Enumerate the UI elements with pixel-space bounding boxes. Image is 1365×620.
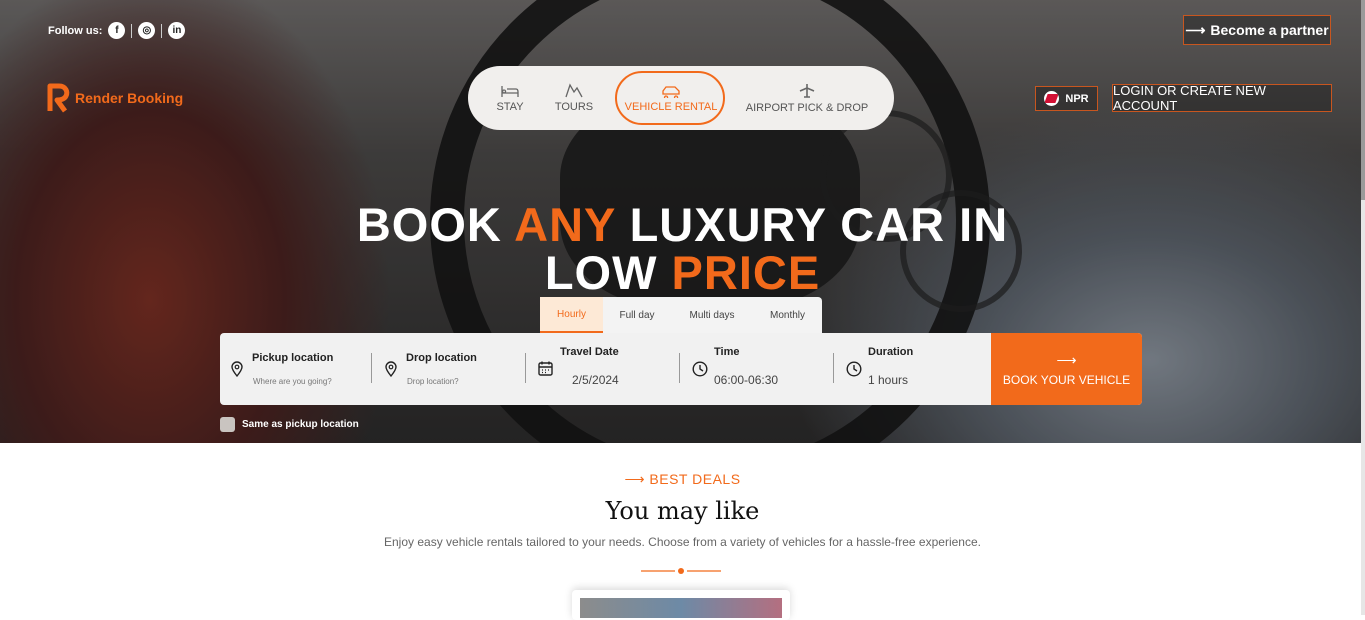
hero-headline-line1: BOOK ANY LUXURY CAR IN [0, 200, 1365, 250]
category-nav: STAY TOURS VEHICLE RENTAL AIRPORT PICK &… [468, 66, 894, 130]
headline-word: BOOK [356, 198, 502, 251]
drop-label: Drop location [406, 352, 477, 364]
section-ornament [641, 568, 721, 574]
brand-logo[interactable]: Render Booking [47, 83, 183, 113]
instagram-icon[interactable]: ◎ [138, 22, 156, 39]
scrollbar-thumb[interactable] [1361, 0, 1365, 200]
facebook-icon[interactable]: f [108, 22, 126, 39]
partner-label: Become a partner [1210, 22, 1329, 38]
same-location-checkbox[interactable] [220, 417, 235, 432]
duration-field[interactable]: Duration 1 hours [836, 333, 986, 405]
book-label: BOOK YOUR VEHICLE [1002, 372, 1131, 387]
mountain-icon [565, 83, 583, 98]
book-vehicle-button[interactable]: ⟶ BOOK YOUR VEHICLE [991, 333, 1142, 405]
section-title: You may like [605, 497, 760, 525]
divider [161, 23, 163, 38]
section-subtitle: Enjoy easy vehicle rentals tailored to y… [384, 535, 981, 549]
deal-card-image [580, 598, 782, 618]
time-field[interactable]: Time 06:00-06:30 [682, 333, 832, 405]
linkedin-icon[interactable]: in [168, 22, 186, 39]
follow-label: Follow us: [48, 24, 103, 37]
nav-label: AIRPORT PICK & DROP [745, 101, 869, 114]
pickup-label: Pickup location [252, 352, 334, 364]
headline-accent-word: ANY [514, 198, 616, 251]
nav-item-airport[interactable]: AIRPORT PICK & DROP [744, 66, 870, 130]
date-input[interactable]: 2/5/2024 [572, 373, 619, 387]
tab-multi-days[interactable]: Multi days [671, 297, 753, 333]
same-location-label: Same as pickup location [242, 419, 359, 430]
arrow-right-icon: ⟶ [624, 471, 646, 487]
brand-name: Render Booking [75, 90, 184, 106]
tab-monthly[interactable]: Monthly [753, 297, 822, 333]
follow-us: Follow us: f ◎ in [48, 22, 186, 39]
deals-label: BEST DEALS [649, 471, 741, 487]
currency-label: NPR [1065, 92, 1089, 105]
drop-input[interactable]: Drop location? [407, 377, 459, 386]
time-input[interactable]: 06:00-06:30 [714, 373, 778, 387]
login-label: LOGIN OR CREATE NEW ACCOUNT [1113, 83, 1266, 113]
divider [131, 23, 133, 38]
tab-full-day[interactable]: Full day [603, 297, 671, 333]
duration-label: Duration [868, 346, 914, 358]
location-pin-icon [231, 361, 243, 377]
date-label: Travel Date [560, 346, 619, 358]
nav-item-vehicle-rental[interactable]: VEHICLE RENTAL [618, 66, 724, 130]
drop-field[interactable]: Drop location Drop location? [374, 333, 524, 405]
arrow-right-icon: ⟶ [1185, 21, 1206, 38]
become-partner-button[interactable]: ⟶ Become a partner [1183, 15, 1331, 45]
nepal-flag-icon [1044, 91, 1060, 106]
booking-type-tabs: Hourly Full day Multi days Monthly [540, 297, 822, 333]
duration-input[interactable]: 1 hours [868, 373, 908, 387]
headline-accent-word: PRICE [671, 246, 821, 299]
currency-selector[interactable]: NPR [1035, 86, 1098, 111]
pickup-input[interactable]: Where are you going? [253, 377, 332, 386]
clock-icon [846, 361, 862, 377]
calendar-icon [538, 361, 553, 376]
arrow-right-icon: ⟶ [1056, 351, 1077, 368]
same-location-option[interactable]: Same as pickup location [220, 417, 359, 432]
divider [525, 353, 526, 383]
headline-word: LUXURY CAR IN [629, 198, 1009, 251]
nav-item-stay[interactable]: STAY [488, 66, 532, 130]
headline-word: LOW [544, 246, 658, 299]
hero-headline-line2: LOW PRICE [0, 248, 1365, 298]
nav-label: STAY [496, 100, 524, 113]
bed-icon [501, 85, 519, 97]
nav-item-tours[interactable]: TOURS [552, 66, 596, 130]
deals-eyebrow: ⟶ BEST DEALS [0, 471, 1365, 488]
divider [833, 353, 834, 383]
pickup-field[interactable]: Pickup location Where are you going? [220, 333, 370, 405]
login-button[interactable]: LOGIN OR CREATE NEW ACCOUNT [1112, 83, 1332, 113]
nav-label: TOURS [554, 101, 594, 113]
plane-icon [799, 83, 815, 98]
divider [679, 353, 680, 383]
divider [371, 353, 372, 383]
car-icon [662, 85, 680, 98]
nav-label: VEHICLE RENTAL [624, 100, 718, 113]
clock-icon [692, 361, 708, 377]
time-label: Time [714, 346, 740, 358]
tab-hourly[interactable]: Hourly [540, 297, 603, 333]
logo-icon [47, 83, 70, 113]
location-pin-icon [385, 361, 397, 377]
date-field[interactable]: Travel Date 2/5/2024 [528, 333, 678, 405]
